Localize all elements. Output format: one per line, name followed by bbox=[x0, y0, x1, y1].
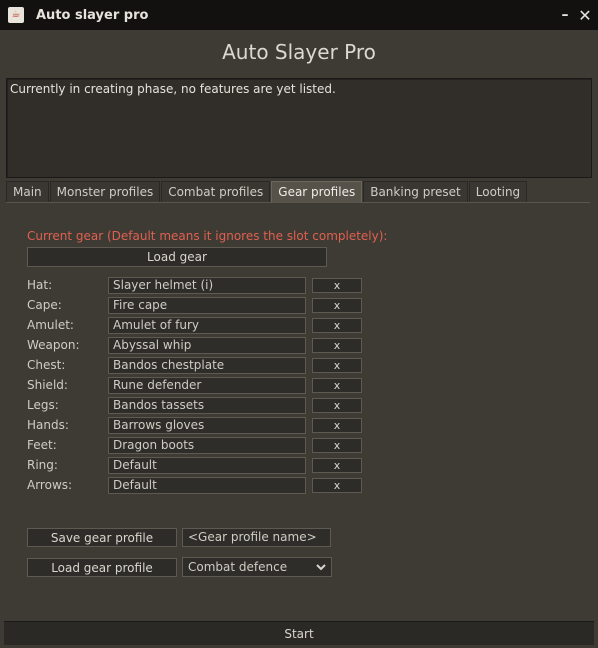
clear-legs-button[interactable]: x bbox=[312, 398, 362, 413]
slot-field-legs[interactable]: Bandos tassets bbox=[108, 397, 306, 414]
gear-profile-name-input[interactable]: <Gear profile name> bbox=[182, 528, 331, 547]
start-button[interactable]: Start bbox=[4, 621, 594, 645]
slot-label-shield: Shield: bbox=[27, 378, 68, 392]
clear-ring-button[interactable]: x bbox=[312, 458, 362, 473]
chevron-down-icon bbox=[316, 560, 326, 577]
slot-field-hat[interactable]: Slayer helmet (i) bbox=[108, 277, 306, 294]
tab-monster-profiles[interactable]: Monster profiles bbox=[49, 181, 161, 202]
slot-field-amulet[interactable]: Amulet of fury bbox=[108, 317, 306, 334]
load-gear-profile-button[interactable]: Load gear profile bbox=[27, 558, 177, 577]
slot-field-chest[interactable]: Bandos chestplate bbox=[108, 357, 306, 374]
clear-weapon-button[interactable]: x bbox=[312, 338, 362, 353]
gear-profile-select[interactable]: Combat defence bbox=[182, 557, 332, 577]
info-text-area[interactable]: Currently in creating phase, no features… bbox=[6, 78, 592, 178]
app-header-title: Auto Slayer Pro bbox=[222, 40, 376, 64]
tab-bar: Main Monster profiles Combat profiles Ge… bbox=[6, 181, 528, 203]
clear-amulet-button[interactable]: x bbox=[312, 318, 362, 333]
gear-profile-select-value: Combat defence bbox=[188, 560, 288, 574]
slot-field-ring[interactable]: Default bbox=[108, 457, 306, 474]
clear-chest-button[interactable]: x bbox=[312, 358, 362, 373]
minimize-button[interactable]: – bbox=[556, 6, 574, 24]
tab-main[interactable]: Main bbox=[6, 181, 49, 202]
clear-feet-button[interactable]: x bbox=[312, 438, 362, 453]
current-gear-label: Current gear (Default means it ignores t… bbox=[27, 229, 388, 243]
load-gear-button[interactable]: Load gear bbox=[27, 247, 327, 267]
slot-label-hands: Hands: bbox=[27, 418, 69, 432]
clear-cape-button[interactable]: x bbox=[312, 298, 362, 313]
save-gear-profile-button[interactable]: Save gear profile bbox=[27, 528, 177, 547]
slot-field-weapon[interactable]: Abyssal whip bbox=[108, 337, 306, 354]
info-text: Currently in creating phase, no features… bbox=[10, 82, 336, 96]
app-window: ☕ Auto slayer pro – ✕ Auto Slayer Pro Cu… bbox=[0, 0, 598, 648]
tab-gear-profiles[interactable]: Gear profiles bbox=[271, 181, 363, 202]
slot-field-arrows[interactable]: Default bbox=[108, 477, 306, 494]
slot-label-legs: Legs: bbox=[27, 398, 59, 412]
slot-label-amulet: Amulet: bbox=[27, 318, 74, 332]
slot-label-hat: Hat: bbox=[27, 278, 53, 292]
slot-field-cape[interactable]: Fire cape bbox=[108, 297, 306, 314]
slot-label-chest: Chest: bbox=[27, 358, 66, 372]
java-app-icon: ☕ bbox=[8, 7, 24, 23]
tab-banking-preset[interactable]: Banking preset bbox=[363, 181, 468, 202]
slot-label-cape: Cape: bbox=[27, 298, 62, 312]
slot-field-hands[interactable]: Barrows gloves bbox=[108, 417, 306, 434]
window-title: Auto slayer pro bbox=[36, 7, 149, 23]
slot-label-ring: Ring: bbox=[27, 458, 58, 472]
clear-shield-button[interactable]: x bbox=[312, 378, 362, 393]
tab-looting[interactable]: Looting bbox=[468, 181, 528, 202]
slot-label-feet: Feet: bbox=[27, 438, 57, 452]
slot-field-feet[interactable]: Dragon boots bbox=[108, 437, 306, 454]
clear-hands-button[interactable]: x bbox=[312, 418, 362, 433]
clear-arrows-button[interactable]: x bbox=[312, 478, 362, 493]
slot-label-weapon: Weapon: bbox=[27, 338, 80, 352]
slot-field-shield[interactable]: Rune defender bbox=[108, 377, 306, 394]
title-bar: ☕ Auto slayer pro – ✕ bbox=[0, 0, 598, 30]
clear-hat-button[interactable]: x bbox=[312, 278, 362, 293]
slot-label-arrows: Arrows: bbox=[27, 478, 73, 492]
close-button[interactable]: ✕ bbox=[576, 6, 594, 25]
tab-combat-profiles[interactable]: Combat profiles bbox=[161, 181, 271, 202]
